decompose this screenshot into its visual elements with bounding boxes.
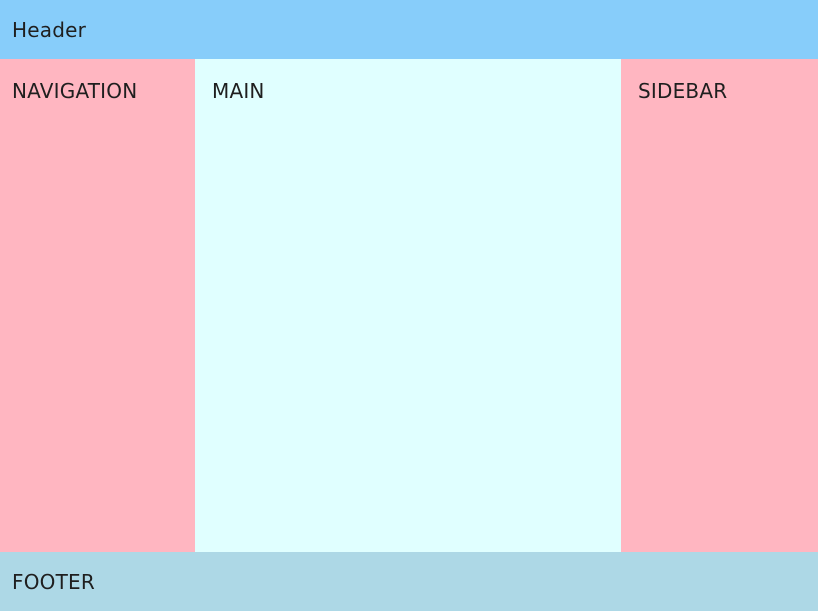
footer-label: FOOTER <box>12 569 95 594</box>
sidebar-region: SIDEBAR <box>621 59 818 552</box>
main-region: MAIN <box>195 59 621 552</box>
main-label: MAIN <box>212 79 265 103</box>
footer-region: FOOTER <box>0 552 818 611</box>
navigation-region: NAVIGATION <box>0 59 195 552</box>
page-layout: Header NAVIGATION MAIN SIDEBAR FOOTER <box>0 0 818 611</box>
header-label: Header <box>12 17 87 42</box>
navigation-label: NAVIGATION <box>12 79 138 103</box>
header-region: Header <box>0 0 818 59</box>
sidebar-label: SIDEBAR <box>638 79 728 103</box>
